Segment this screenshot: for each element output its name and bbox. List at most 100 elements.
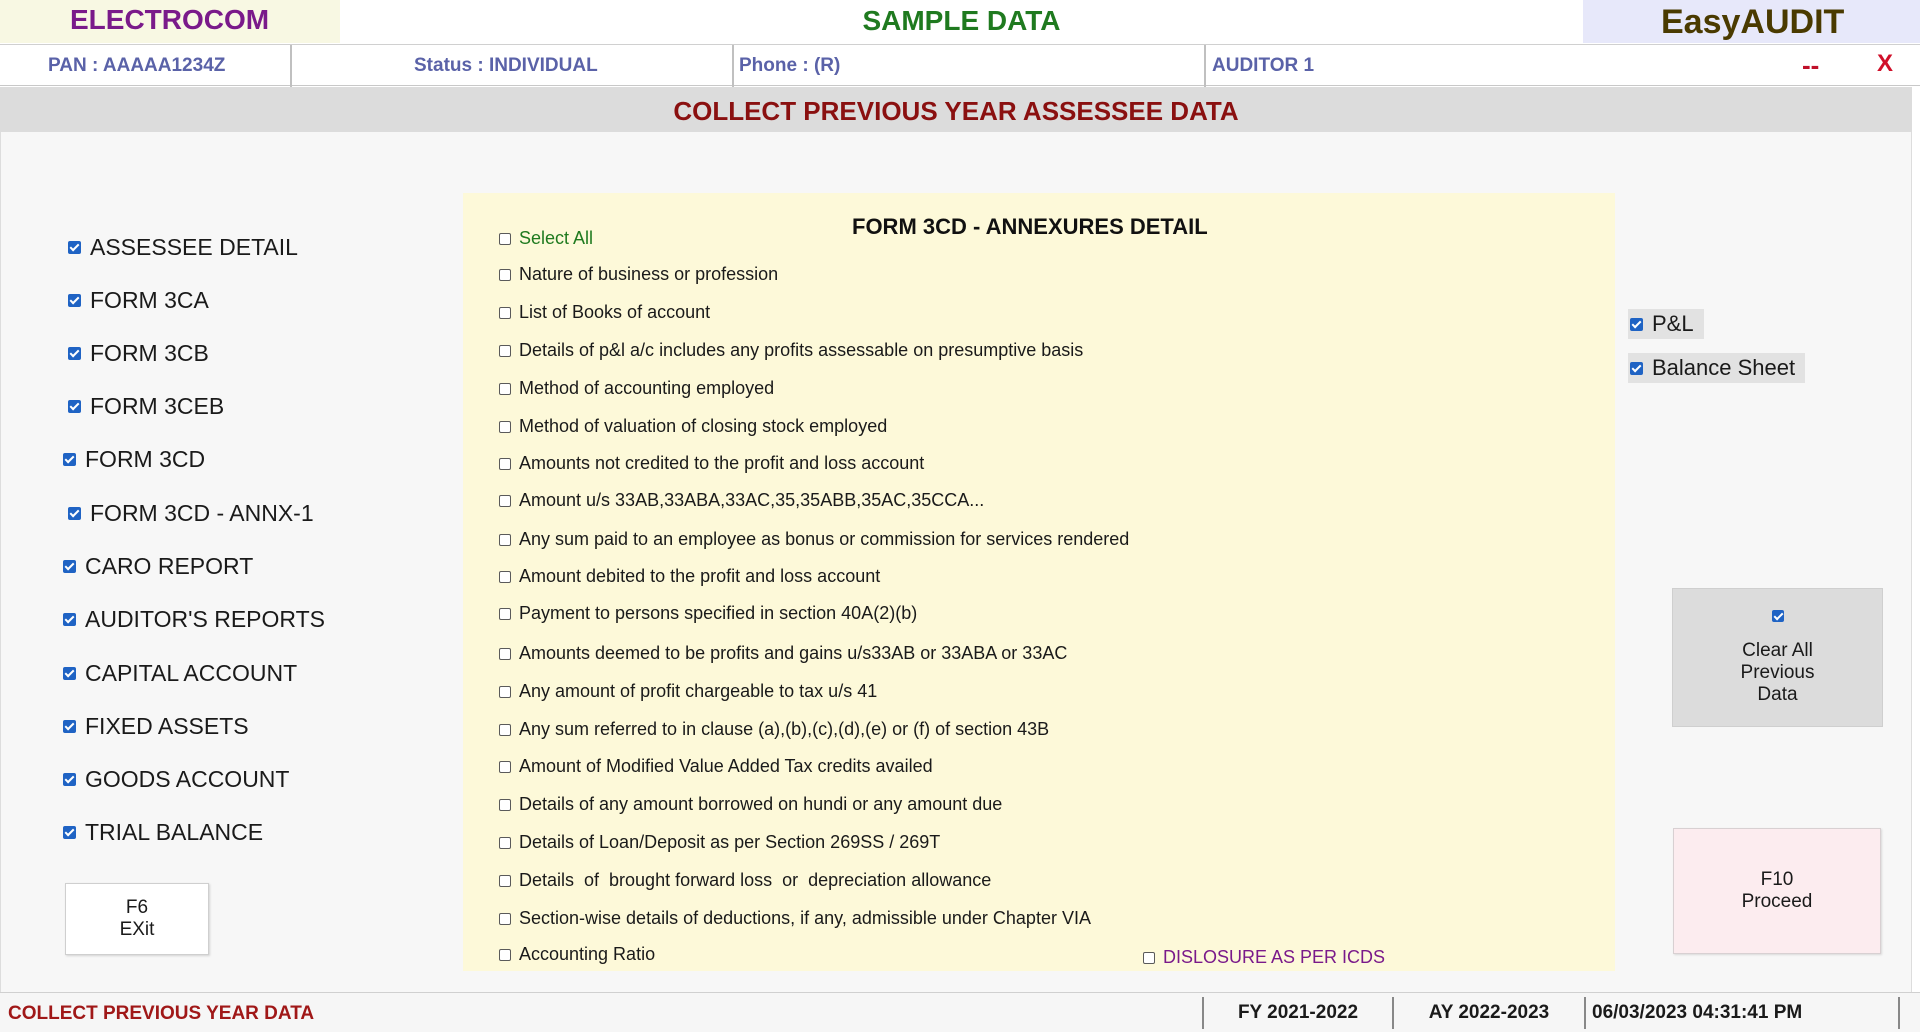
proceed-button[interactable]: F10 Proceed — [1673, 828, 1881, 954]
checkbox-checked-icon[interactable] — [63, 560, 76, 573]
clear-all-previous-data-button[interactable]: Clear All Previous Data — [1672, 588, 1883, 727]
annexure-item[interactable]: Payment to persons specified in section … — [499, 603, 917, 624]
checkbox-checked-icon[interactable] — [1630, 317, 1643, 331]
checkbox-unchecked-icon[interactable] — [499, 232, 511, 245]
option-trial-balance[interactable]: TRIAL BALANCE — [63, 819, 263, 846]
page-header: COLLECT PREVIOUS YEAR ASSESSEE DATA — [0, 87, 1912, 132]
checkbox-unchecked-icon[interactable] — [499, 685, 511, 698]
option-label: GOODS ACCOUNT — [85, 766, 290, 792]
annexure-item[interactable]: Amounts not credited to the profit and l… — [499, 453, 924, 474]
annexure-item[interactable]: Any amount of profit chargeable to tax u… — [499, 681, 877, 702]
checkbox-unchecked-icon[interactable] — [499, 607, 511, 620]
option-fixed-assets[interactable]: FIXED ASSETS — [63, 713, 249, 740]
checkbox-unchecked-icon[interactable] — [499, 344, 511, 357]
annexure-label: Any sum paid to an employee as bonus or … — [519, 529, 1130, 549]
app-name: EasyAUDIT — [1661, 3, 1845, 41]
company-name-area: ELECTROCOM — [0, 0, 340, 43]
checkbox-checked-icon[interactable] — [1771, 609, 1784, 622]
checkbox-checked-icon[interactable] — [63, 667, 76, 680]
checkbox-unchecked-icon[interactable] — [499, 874, 511, 887]
option-caro-report[interactable]: CARO REPORT — [63, 553, 253, 580]
option-form-3cb[interactable]: FORM 3CB — [68, 340, 209, 367]
clear-label-line: Data — [1757, 683, 1798, 705]
annexure-item[interactable]: Details of Loan/Deposit as per Section 2… — [499, 832, 940, 853]
annexure-item[interactable]: List of Books of account — [499, 302, 710, 323]
checkbox-checked-icon[interactable] — [63, 720, 76, 733]
annexure-item[interactable]: Method of valuation of closing stock emp… — [499, 416, 887, 437]
checkbox-unchecked-icon[interactable] — [499, 647, 511, 660]
select-all-checkbox[interactable]: Select All — [499, 228, 593, 249]
option-goods-account[interactable]: GOODS ACCOUNT — [63, 766, 289, 793]
checkbox-unchecked-icon[interactable] — [499, 570, 511, 583]
checkbox-checked-icon[interactable] — [68, 294, 81, 307]
checkbox-unchecked-icon[interactable] — [499, 268, 511, 281]
checkbox-unchecked-icon[interactable] — [499, 760, 511, 773]
checkbox-checked-icon[interactable] — [68, 400, 81, 413]
phone-info: Phone : (R) — [734, 45, 1206, 87]
annexure-item[interactable]: Method of accounting employed — [499, 378, 774, 399]
annexure-item[interactable]: Amounts deemed to be profits and gains u… — [499, 643, 1067, 664]
option-label: FORM 3CD — [85, 446, 206, 472]
panel-title: FORM 3CD - ANNEXURES DETAIL — [852, 214, 1208, 239]
option-balance-sheet[interactable]: Balance Sheet — [1628, 353, 1806, 383]
minimize-button[interactable]: -- — [1802, 50, 1819, 81]
checkbox-unchecked-icon[interactable] — [499, 306, 511, 319]
close-button[interactable]: X — [1877, 50, 1893, 78]
annexure-label: Amount u/s 33AB,33ABA,33AC,35,35ABB,35AC… — [519, 490, 985, 510]
checkbox-checked-icon[interactable] — [68, 347, 81, 360]
checkbox-checked-icon[interactable] — [63, 773, 76, 786]
proceed-key: F10 — [1760, 869, 1794, 890]
proceed-label: Proceed — [1741, 891, 1813, 912]
annexure-item[interactable]: Details of brought forward loss or depre… — [499, 870, 991, 891]
exit-button[interactable]: F6 EXit — [65, 883, 209, 955]
annexure-item[interactable]: Accounting Ratio — [499, 944, 655, 965]
option-form-3cd-annx-1[interactable]: FORM 3CD - ANNX-1 — [68, 500, 314, 527]
checkbox-unchecked-icon[interactable] — [499, 494, 511, 507]
pan-info: PAN : AAAAA1234Z — [0, 45, 292, 87]
checkbox-checked-icon[interactable] — [63, 613, 76, 626]
annexure-item[interactable]: Details of any amount borrowed on hundi … — [499, 794, 1002, 815]
annexure-item[interactable]: Any sum referred to in clause (a),(b),(c… — [499, 719, 1049, 740]
annexure-label: Payment to persons specified in section … — [519, 603, 918, 623]
checkbox-unchecked-icon[interactable] — [499, 836, 511, 849]
disclosure-label: DISLOSURE AS PER ICDS — [1163, 947, 1386, 967]
checkbox-unchecked-icon[interactable] — [1143, 951, 1155, 964]
annexure-item[interactable]: Amount of Modified Value Added Tax credi… — [499, 756, 933, 777]
annexure-item[interactable]: Amount debited to the profit and loss ac… — [499, 566, 880, 587]
app-name-area: EasyAUDIT — [1583, 0, 1920, 43]
status-bar: COLLECT PREVIOUS YEAR DATA FY 2021-2022 … — [0, 992, 1920, 1032]
annexure-item[interactable]: Amount u/s 33AB,33ABA,33AC,35,35ABB,35AC… — [499, 490, 984, 511]
annexure-item[interactable]: Details of p&l a/c includes any profits … — [499, 340, 1083, 361]
option-assessee-detail[interactable]: ASSESSEE DETAIL — [68, 234, 298, 261]
annexure-label: Nature of business or profession — [519, 264, 779, 284]
option-form-3ca[interactable]: FORM 3CA — [68, 287, 209, 314]
checkbox-unchecked-icon[interactable] — [499, 533, 511, 546]
checkbox-unchecked-icon[interactable] — [499, 948, 511, 961]
option-pl[interactable]: P&L — [1628, 309, 1704, 339]
option-form-3ceb[interactable]: FORM 3CEB — [68, 393, 224, 420]
checkbox-checked-icon[interactable] — [68, 507, 81, 520]
annexure-item[interactable]: Nature of business or profession — [499, 264, 778, 285]
checkbox-unchecked-icon[interactable] — [499, 723, 511, 736]
option-capital-account[interactable]: CAPITAL ACCOUNT — [63, 660, 297, 687]
disclosure-icds-checkbox[interactable]: DISLOSURE AS PER ICDS — [1143, 947, 1385, 968]
checkbox-checked-icon[interactable] — [1630, 361, 1643, 375]
status-info: Status : INDIVIDUAL — [292, 45, 734, 87]
annexure-item[interactable]: Any sum paid to an employee as bonus or … — [499, 529, 1129, 550]
annexure-item[interactable]: Section-wise details of deductions, if a… — [499, 908, 1091, 929]
checkbox-unchecked-icon[interactable] — [499, 798, 511, 811]
option-auditors-reports[interactable]: AUDITOR'S REPORTS — [63, 606, 325, 633]
annexure-label: Details of any amount borrowed on hundi … — [519, 794, 1003, 814]
checkbox-unchecked-icon[interactable] — [499, 420, 511, 433]
annexure-label: Amount of Modified Value Added Tax credi… — [519, 756, 933, 776]
option-label: TRIAL BALANCE — [85, 819, 264, 845]
checkbox-unchecked-icon[interactable] — [499, 457, 511, 470]
data-set-title-area: SAMPLE DATA — [340, 0, 1583, 43]
checkbox-unchecked-icon[interactable] — [499, 912, 511, 925]
checkbox-checked-icon[interactable] — [63, 453, 76, 466]
option-form-3cd[interactable]: FORM 3CD — [63, 446, 205, 473]
checkbox-unchecked-icon[interactable] — [499, 382, 511, 395]
data-set-title: SAMPLE DATA — [862, 5, 1061, 36]
checkbox-checked-icon[interactable] — [68, 241, 81, 254]
checkbox-checked-icon[interactable] — [63, 826, 76, 839]
